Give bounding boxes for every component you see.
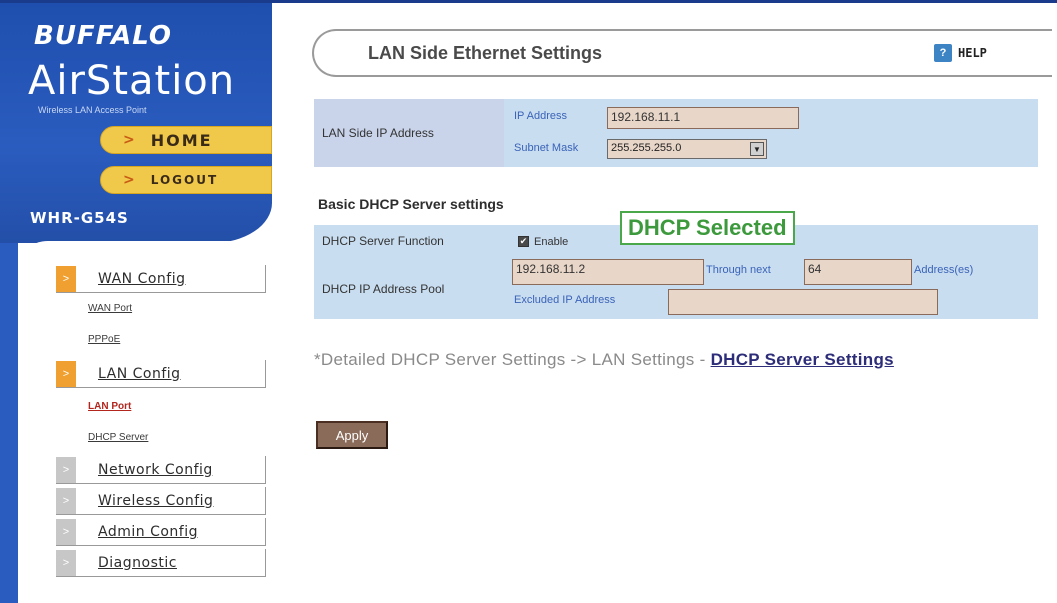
subnet-mask-select[interactable]: 255.255.255.0 ▼ bbox=[607, 139, 767, 159]
sidebar-edge bbox=[0, 243, 18, 603]
arrow-icon: > bbox=[56, 549, 76, 576]
dhcp-heading: Basic DHCP Server settings bbox=[318, 196, 504, 212]
subnet-mask-label: Subnet Mask bbox=[514, 142, 579, 154]
ip-address-label: IP Address bbox=[514, 110, 567, 122]
apply-button[interactable]: Apply bbox=[316, 421, 388, 449]
menu-wireless-config[interactable]: > Wireless Config bbox=[56, 487, 266, 515]
page-title: LAN Side Ethernet Settings bbox=[368, 43, 603, 63]
submenu-pppoe[interactable]: PPPoE bbox=[88, 334, 120, 345]
model-name: WHR-G54S bbox=[30, 209, 129, 227]
enable-label: Enable bbox=[534, 236, 569, 248]
dhcp-function-label: DHCP Server Function bbox=[314, 225, 510, 257]
page-header: LAN Side Ethernet Settings ? HELP bbox=[312, 29, 1052, 77]
menu-label: Network Config bbox=[98, 461, 213, 478]
arrow-icon: > bbox=[56, 265, 76, 292]
note-text: *Detailed DHCP Server Settings -> LAN Se… bbox=[314, 350, 711, 369]
addresses-label: Address(es) bbox=[914, 264, 974, 276]
enable-checkbox[interactable]: ✔ bbox=[518, 236, 529, 247]
brand-logo: BUFFALO bbox=[34, 21, 172, 51]
home-label: HOME bbox=[150, 130, 213, 150]
menu-label: WAN Config bbox=[98, 270, 186, 287]
menu-label: Wireless Config bbox=[98, 492, 214, 509]
product-logo: AirStation bbox=[28, 58, 236, 104]
arrow-icon: > bbox=[123, 172, 137, 188]
dhcp-pool-label: DHCP IP Address Pool bbox=[314, 259, 510, 319]
arrow-icon: > bbox=[123, 132, 137, 148]
help-button[interactable]: ? HELP bbox=[934, 41, 1034, 65]
pool-start-input[interactable]: 192.168.11.2 bbox=[512, 259, 704, 285]
ip-address-input[interactable]: 192.168.11.1 bbox=[607, 107, 799, 129]
menu-label: Admin Config bbox=[98, 523, 198, 540]
excluded-ip-label: Excluded IP Address bbox=[514, 294, 616, 306]
menu-lan-config[interactable]: > LAN Config bbox=[56, 360, 266, 388]
submenu-wan-port[interactable]: WAN Port bbox=[88, 303, 132, 314]
menu-network-config[interactable]: > Network Config bbox=[56, 456, 266, 484]
arrow-icon: > bbox=[56, 518, 76, 545]
dhcp-selected-callout: DHCP Selected bbox=[620, 211, 795, 245]
dhcp-server-settings-link[interactable]: DHCP Server Settings bbox=[711, 350, 894, 369]
menu-label: Diagnostic bbox=[98, 554, 177, 571]
subnet-mask-value: 255.255.255.0 bbox=[611, 142, 682, 154]
submenu-dhcp-server[interactable]: DHCP Server bbox=[88, 432, 148, 443]
through-next-label: Through next bbox=[706, 264, 771, 276]
menu-label: LAN Config bbox=[98, 365, 181, 382]
arrow-icon: > bbox=[56, 456, 76, 483]
product-tagline: Wireless LAN Access Point bbox=[38, 105, 147, 115]
menu-diagnostic[interactable]: > Diagnostic bbox=[56, 549, 266, 577]
excluded-ip-input[interactable] bbox=[668, 289, 938, 315]
help-label: HELP bbox=[958, 46, 987, 60]
sidebar: BUFFALO AirStation Wireless LAN Access P… bbox=[0, 3, 272, 603]
logout-button[interactable]: > LOGOUT bbox=[100, 166, 272, 194]
home-button[interactable]: > HOME bbox=[100, 126, 272, 154]
arrow-icon: > bbox=[56, 360, 76, 387]
help-icon: ? bbox=[934, 44, 952, 62]
submenu-lan-port[interactable]: LAN Port bbox=[88, 401, 131, 412]
router-admin-page: BUFFALO AirStation Wireless LAN Access P… bbox=[0, 0, 1057, 603]
pool-count-input[interactable]: 64 bbox=[804, 259, 912, 285]
chevron-down-icon: ▼ bbox=[750, 142, 764, 156]
dhcp-note: *Detailed DHCP Server Settings -> LAN Se… bbox=[314, 347, 1014, 373]
logout-label: LOGOUT bbox=[150, 173, 219, 187]
menu-admin-config[interactable]: > Admin Config bbox=[56, 518, 266, 546]
lan-ip-label: LAN Side IP Address bbox=[314, 99, 504, 167]
arrow-icon: > bbox=[56, 487, 76, 514]
menu-wan-config[interactable]: > WAN Config bbox=[56, 265, 266, 293]
